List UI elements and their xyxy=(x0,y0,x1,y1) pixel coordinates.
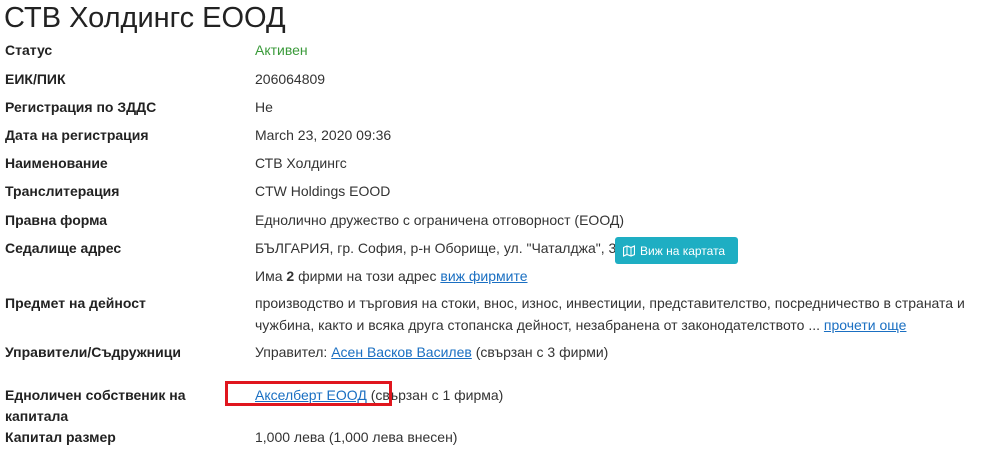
reg-date-value: March 23, 2020 09:36 xyxy=(255,127,392,143)
address-label: Седалище адрес xyxy=(5,240,122,256)
owner-suffix: (свързан с 1 фирма) xyxy=(370,387,504,403)
translit-value: CTW Holdings EOOD xyxy=(255,183,391,199)
read-more-link[interactable]: прочети още xyxy=(824,317,907,333)
managers-label: Управители/Съдружници xyxy=(5,344,181,360)
reg-date-label: Дата на регистрация xyxy=(5,127,149,143)
translit-label: Транслитерация xyxy=(5,183,120,199)
eik-label: ЕИК/ПИК xyxy=(5,71,66,87)
same-address-prefix: Има xyxy=(255,268,283,284)
address-value: БЪЛГАРИЯ, гр. София, р-н Оборище, ул. "Ч… xyxy=(255,240,617,256)
legal-form-value: Еднолично дружество с ограничена отговор… xyxy=(255,212,625,228)
page-title: СТВ Холдингс ЕООД xyxy=(4,2,286,34)
status-value: Активен xyxy=(255,42,308,58)
legal-form-label: Правна форма xyxy=(5,212,108,228)
view-on-map-button[interactable]: Виж на картата xyxy=(615,237,738,264)
vat-label: Регистрация по ЗДДС xyxy=(5,99,157,115)
owner-company-link[interactable]: Акселберт ЕООД xyxy=(255,387,367,403)
owner-value: Акселберт ЕООД (свързан с 1 фирма) xyxy=(255,383,503,407)
activity-label: Предмет на дейност xyxy=(5,295,146,311)
manager-person-link[interactable]: Асен Васков Василев xyxy=(331,344,472,360)
managers-prefix: Управител: xyxy=(255,344,328,360)
activity-line2: чужбина, както и всяка друга стопанска д… xyxy=(255,317,821,333)
status-label: Статус xyxy=(5,42,53,58)
same-address-count: 2 xyxy=(286,268,295,284)
name-label: Наименование xyxy=(5,155,108,171)
capital-label: Капитал размер xyxy=(5,429,116,445)
vat-value: Не xyxy=(255,99,273,115)
same-address-line: Има 2 фирми на този адрес виж фирмите xyxy=(255,264,528,288)
view-companies-link[interactable]: виж фирмите xyxy=(440,268,527,284)
view-on-map-label: Виж на картата xyxy=(640,243,726,258)
name-value: СТВ Холдингс xyxy=(255,155,347,171)
same-address-suffix: фирми на този адрес xyxy=(298,268,437,284)
managers-suffix: (свързан с 3 фирми) xyxy=(475,344,609,360)
activity-line2-wrap: чужбина, както и всяка друга стопанска д… xyxy=(255,313,906,337)
activity-line1: производство и търговия на стоки, внос, … xyxy=(255,295,965,311)
eik-value: 206064809 xyxy=(255,71,326,87)
capital-value: 1,000 лева (1,000 лева внесен) xyxy=(255,429,458,445)
managers-value: Управител: Асен Васков Василев (свързан … xyxy=(255,340,608,364)
map-icon xyxy=(623,244,635,257)
